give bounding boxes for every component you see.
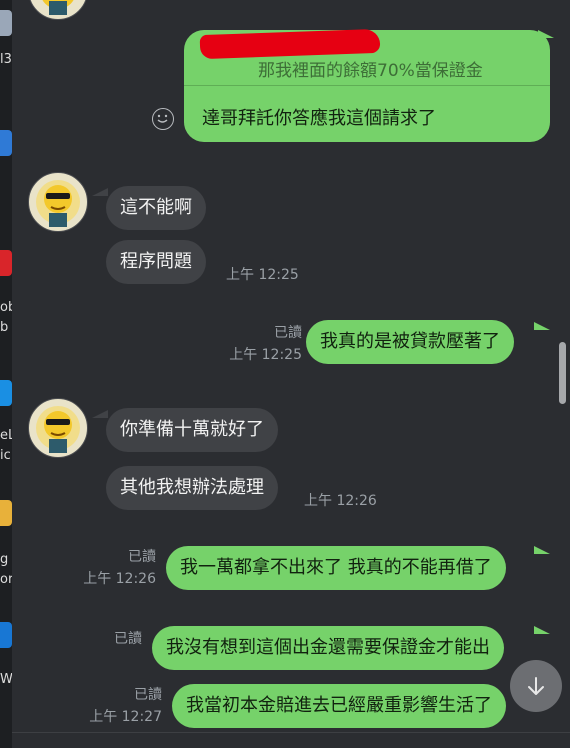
- outgoing-message-bubble[interactable]: 我當初本金賠進去已經嚴重影響生活了: [172, 684, 506, 728]
- chat-area[interactable]: 那我裡面的餘額70%當保證金 達哥拜託你答應我這個請求了 這不能啊 程序問題 上…: [12, 0, 570, 748]
- read-receipt: 已讀: [114, 631, 142, 647]
- quoted-message-text[interactable]: 那我裡面的餘額70%當保證金: [258, 56, 483, 81]
- desktop-icon[interactable]: [0, 500, 12, 526]
- bubble-tail: [538, 30, 554, 38]
- outgoing-message-bubble[interactable]: 我沒有想到這個出金還需要保證金才能出: [152, 626, 504, 670]
- message-timestamp: 上午 12:25: [229, 347, 302, 363]
- desktop-label-fragment: W: [0, 672, 12, 687]
- message-timestamp: 上午 12:27: [89, 709, 162, 725]
- desktop-label-fragment: g: [0, 552, 9, 567]
- reply-divider: [184, 85, 550, 86]
- read-receipt: 已讀: [274, 325, 302, 341]
- read-receipt: 已讀: [128, 549, 156, 565]
- message-timestamp: 上午 12:26: [83, 571, 156, 587]
- reply-message-text: 達哥拜託你答應我這個請求了: [202, 108, 436, 129]
- avatar[interactable]: [28, 0, 88, 20]
- bubble-tail: [534, 546, 550, 554]
- outgoing-message-bubble[interactable]: 我真的是被貸款壓著了: [306, 320, 514, 364]
- incoming-message-bubble[interactable]: 程序問題: [106, 240, 206, 284]
- bubble-tail: [534, 626, 550, 634]
- desktop-label-fragment: ob: [0, 300, 12, 315]
- bubble-tail: [92, 188, 108, 196]
- arrow-down-icon[interactable]: [510, 660, 562, 712]
- desktop-edge-strip: l3 ob b eL ic g or W: [0, 0, 12, 748]
- smiley-icon[interactable]: [152, 108, 174, 130]
- incoming-message-bubble[interactable]: 其他我想辦法處理: [106, 466, 278, 510]
- scrollbar[interactable]: [554, 0, 570, 748]
- bubble-tail: [534, 322, 550, 330]
- desktop-icon[interactable]: [0, 380, 12, 406]
- desktop-label-fragment: or: [0, 572, 12, 587]
- outgoing-message-bubble[interactable]: 我一萬都拿不出來了 我真的不能再借了: [166, 546, 506, 590]
- desktop-label-fragment: b: [0, 320, 9, 335]
- incoming-message-bubble[interactable]: 這不能啊: [106, 186, 206, 230]
- avatar[interactable]: [28, 172, 88, 232]
- desktop-icon[interactable]: [0, 130, 12, 156]
- desktop-label-fragment: eL: [0, 428, 12, 443]
- message-timestamp: 上午 12:26: [304, 493, 377, 509]
- message-timestamp: 上午 12:25: [226, 267, 299, 283]
- avatar[interactable]: [28, 398, 88, 458]
- desktop-icon[interactable]: [0, 10, 12, 36]
- read-receipt: 已讀: [134, 687, 162, 703]
- input-divider: [12, 732, 570, 733]
- bubble-tail: [92, 410, 108, 418]
- incoming-message-bubble[interactable]: 你準備十萬就好了: [106, 408, 278, 452]
- desktop-label-fragment: l3: [0, 52, 12, 67]
- desktop-icon[interactable]: [0, 622, 12, 648]
- scrollbar-thumb[interactable]: [559, 342, 566, 404]
- desktop-label-fragment: ic: [0, 448, 11, 463]
- desktop-icon[interactable]: [0, 250, 12, 276]
